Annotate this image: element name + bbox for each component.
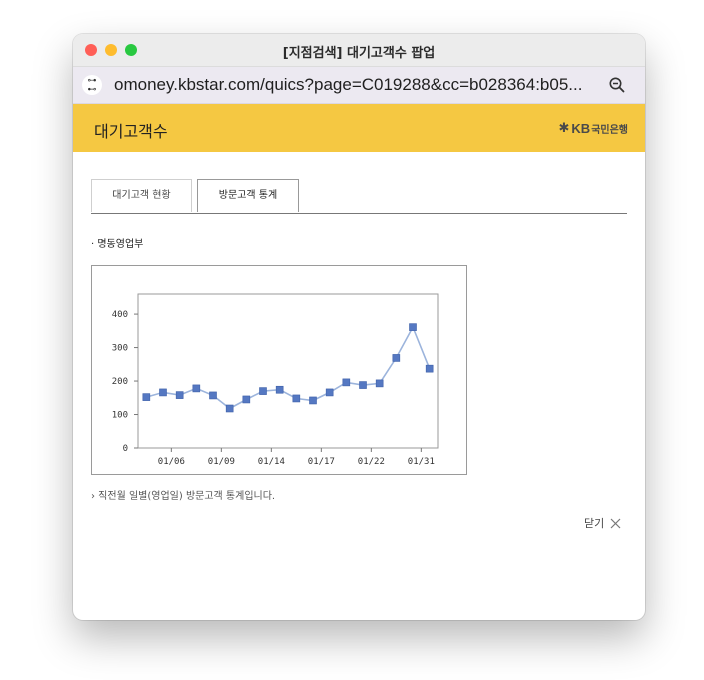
x-tick-label: 01/22 xyxy=(358,457,385,467)
url-field[interactable]: omoney.kbstar.com/quics?page=C019288&cc=… xyxy=(114,75,594,95)
title-bar: [지점검색] 대기고객수 팝업 xyxy=(73,34,645,67)
visitor-chart: 0 100 200 300 400 01/06 01/09 01/14 01/17 01/22 0… xyxy=(91,265,467,475)
x-tick-label: 01/14 xyxy=(258,457,285,467)
y-tick-label: 0 xyxy=(123,444,128,454)
page-header: 대기고객수 ✱ KB 국민은행 xyxy=(73,104,645,152)
chart-canvas: 0 100 200 300 400 01/06 01/09 01/14 01/17 01/22 0… xyxy=(112,293,439,467)
y-tick-label: 100 xyxy=(112,411,128,421)
data-point xyxy=(342,378,351,387)
kb-logo: ✱ KB 국민은행 xyxy=(559,121,629,136)
tab-visitor-stats[interactable]: 방문고객 통계 xyxy=(197,179,299,212)
address-bar: ⊶ ⊷ omoney.kbstar.com/quics?page=C019288&… xyxy=(73,67,645,104)
data-point xyxy=(225,404,234,413)
branch-name: · 명동영업부 xyxy=(91,239,144,250)
data-point xyxy=(292,394,301,403)
tune-icon[interactable]: ⊶ ⊷ xyxy=(82,75,102,95)
plot-frame xyxy=(137,293,439,449)
data-point xyxy=(192,384,201,393)
window-title: [지점검색] 대기고객수 팝업 xyxy=(282,46,436,61)
tab-waiting-status[interactable]: 대기고객 현황 xyxy=(91,179,192,212)
close-icon[interactable] xyxy=(610,518,621,529)
data-point xyxy=(175,391,184,399)
data-point xyxy=(275,385,284,394)
data-point xyxy=(259,387,267,395)
y-tick-label: 300 xyxy=(112,344,128,354)
data-point xyxy=(392,354,401,362)
x-tick-label: 01/09 xyxy=(208,457,235,467)
x-tick-label: 01/06 xyxy=(158,457,185,467)
data-point xyxy=(309,396,317,405)
x-tick-label: 01/31 xyxy=(408,457,435,467)
data-point xyxy=(209,391,217,400)
data-point xyxy=(325,388,334,397)
kb-star-icon: ✱ xyxy=(558,121,570,136)
data-point xyxy=(425,364,434,373)
data-point xyxy=(375,379,384,388)
data-point xyxy=(142,393,151,401)
kb-bank-name: 국민은행 xyxy=(591,125,628,136)
close-button[interactable]: 닫기 xyxy=(584,515,621,531)
popup-window: [지점검색] 대기고객수 팝업 ⊶ ⊷ omoney.kbstar.com/qui… xyxy=(73,34,645,620)
y-tick-label: 400 xyxy=(112,310,128,320)
data-point xyxy=(242,395,251,404)
data-point xyxy=(359,381,367,389)
series-line xyxy=(146,325,431,410)
data-point xyxy=(409,323,417,331)
kb-logo-text: KB xyxy=(571,121,591,136)
data-point xyxy=(159,388,167,397)
page-title: 대기고객수 xyxy=(94,122,168,141)
zoom-out-icon[interactable] xyxy=(608,76,626,94)
chart-note: › 직전월 일별(영업일) 방문고객 통계입니다. xyxy=(91,491,276,502)
x-tick-label: 01/17 xyxy=(308,457,335,467)
tab-bar: 대기고객 현황 방문고객 통계 xyxy=(91,179,627,214)
y-tick-label: 200 xyxy=(112,377,128,387)
close-button-label: 닫기 xyxy=(584,517,605,530)
